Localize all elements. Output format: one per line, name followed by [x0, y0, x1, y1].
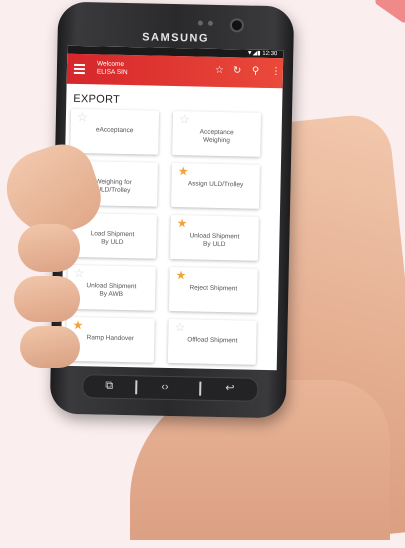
nav-separator: [199, 381, 202, 396]
favorite-star-icon[interactable]: ★: [175, 268, 186, 282]
hand-finger: [20, 326, 80, 368]
menu-tile[interactable]: ☆ Unload Shipment By AWB: [66, 264, 156, 311]
signal-icons: ▼◢▮: [246, 50, 261, 57]
menu-tile[interactable]: ★ Assign ULD/Trolley: [171, 162, 260, 209]
favorite-star-icon[interactable]: ☆: [74, 266, 85, 280]
menu-tile[interactable]: ★ Ramp Handover: [65, 316, 155, 363]
menu-tile-label: Offload Shipment: [187, 336, 238, 345]
favorite-star-icon[interactable]: ★: [178, 164, 189, 178]
menu-tile-label: Assign ULD/Trolley: [187, 180, 244, 189]
sensor-dot: [207, 20, 213, 26]
sensor-dot: [197, 20, 203, 26]
favorite-star-icon[interactable]: ☆: [77, 110, 88, 124]
corner-accent: [373, 0, 405, 25]
favorite-star-icon[interactable]: ★: [72, 318, 83, 332]
hand-finger: [14, 276, 80, 322]
favorite-star-icon[interactable]: ☆: [174, 320, 185, 334]
app-bar: Welcome ELISA SIN ☆ ↻ ⚲ ⋮: [66, 53, 284, 89]
menu-tile[interactable]: ☆ Offload Shipment: [167, 318, 257, 365]
more-vert-icon[interactable]: ⋮: [271, 66, 281, 78]
star-icon[interactable]: ☆: [215, 65, 224, 77]
nav-separator: [135, 380, 138, 395]
brand-label: SAMSUNG: [142, 31, 210, 45]
menu-tile-label: Acceptance Weighing: [199, 128, 234, 145]
menu-tile-label: Unload Shipment By ULD: [189, 232, 240, 249]
search-icon[interactable]: ⚲: [252, 66, 260, 78]
menu-tile[interactable]: ★ Reject Shipment: [168, 266, 258, 313]
menu-tile[interactable]: ☆ Acceptance Weighing: [172, 111, 262, 157]
hardware-nav-bar: ⧉ ‹› ↩: [82, 374, 259, 402]
refresh-icon[interactable]: ↻: [233, 65, 242, 77]
menu-tile-label: Ramp Handover: [86, 334, 135, 343]
menu-tile[interactable]: ★ Unload Shipment By ULD: [169, 214, 259, 261]
home-icon[interactable]: ‹›: [161, 380, 169, 394]
back-icon[interactable]: ↩: [225, 381, 235, 395]
menu-tile-label: Load Shipment By ULD: [90, 230, 135, 246]
favorite-star-icon[interactable]: ★: [177, 216, 188, 230]
front-camera-icon: [229, 18, 245, 33]
status-time: 12:30: [262, 50, 278, 58]
phone-top-bezel: SAMSUNG: [57, 2, 294, 51]
hamburger-icon[interactable]: [73, 63, 86, 76]
recent-apps-icon[interactable]: ⧉: [105, 379, 113, 393]
menu-tile[interactable]: ☆ eAcceptance: [70, 108, 160, 155]
user-name: ELISA SIN: [96, 68, 128, 77]
menu-tile-label: eAcceptance: [95, 126, 134, 135]
welcome-text: Welcome ELISA SIN: [97, 60, 128, 77]
menu-tile-label: Unload Shipment By AWB: [86, 282, 137, 298]
hand-finger: [18, 224, 80, 272]
menu-tile-label: Reject Shipment: [189, 284, 238, 293]
favorite-star-icon[interactable]: ☆: [179, 112, 190, 126]
